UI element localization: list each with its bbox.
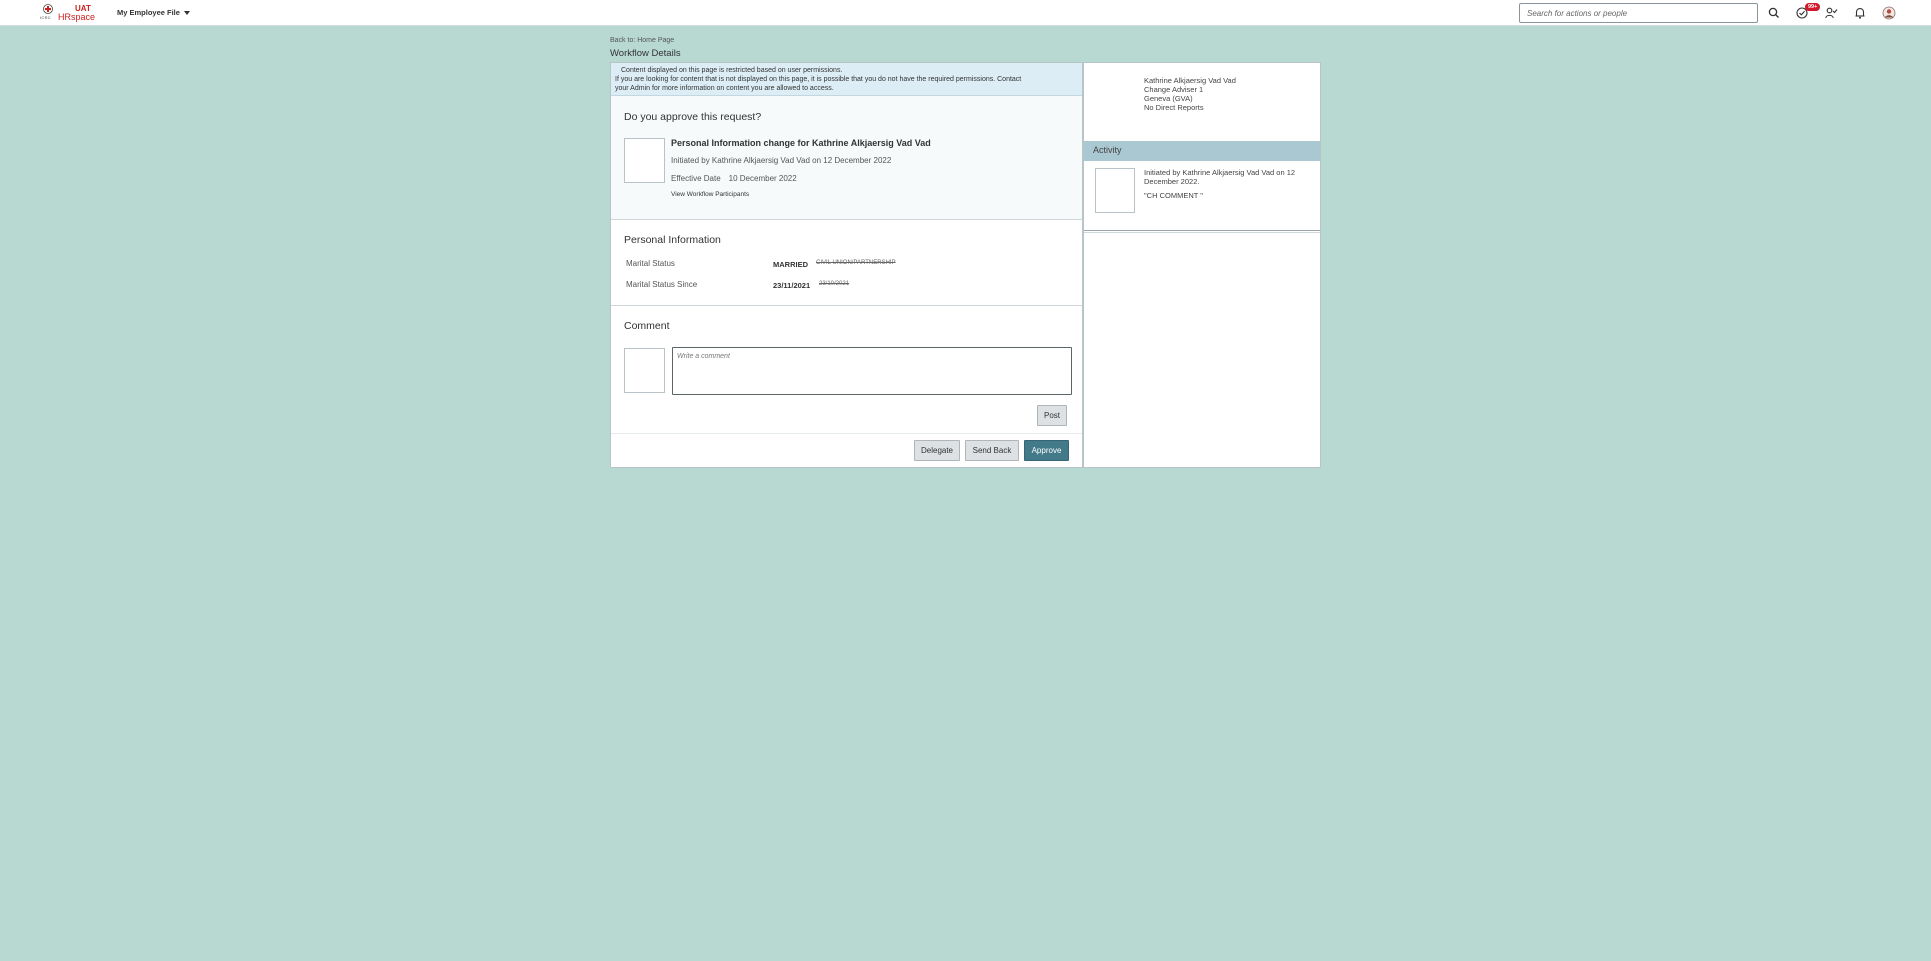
workflow-details-card: Content displayed on this page is restri… [610,62,1083,468]
commenter-avatar [624,348,665,393]
notice-line: If you are looking for content that is n… [615,76,1022,83]
permissions-notice: Content displayed on this page is restri… [611,63,1082,96]
marital-status-old-value: CIVIL UNION/PARTNERSHIP [816,260,896,266]
comment-section: Comment Post [611,306,1082,434]
approve-button[interactable]: Approve [1024,440,1069,461]
employee-location: Geneva (GVA) [1144,94,1193,103]
effective-date-value: 10 December 2022 [728,174,797,183]
personal-information-section: Personal Information Marital Status MARR… [611,220,1082,306]
org-logo-text: ICRC [40,15,51,20]
activity-comment: "CH COMMENT " [1144,191,1203,200]
activity-entry-line: December 2022. [1144,177,1200,186]
marital-status-since-label: Marital Status Since [626,280,698,289]
employee-name: Kathrine Alkjaersig Vad Vad [1144,76,1236,85]
view-workflow-participants-link[interactable]: View Workflow Participants [671,191,749,198]
send-back-button[interactable]: Send Back [965,440,1019,461]
back-to-home-link[interactable]: Back to: Home Page [610,37,674,44]
request-title: Personal Information change for Kathrine… [671,138,931,148]
marital-status-label: Marital Status [626,259,675,268]
effective-date: Effective Date 10 December 2022 [671,174,797,183]
activity-heading: Activity [1084,141,1320,161]
approval-question: Do you approve this request? [624,111,762,123]
app-logo-text: HRspace [58,12,96,22]
marital-status-since-new-value: 23/11/2021 [773,281,811,290]
personal-information-heading: Personal Information [624,234,721,246]
my-employee-file-menu[interactable]: My Employee File [117,8,190,17]
bell-icon[interactable] [1853,6,1867,20]
activity-avatar [1095,168,1135,213]
page-title: Workflow Details [610,48,681,59]
marital-status-new-value: MARRIED [773,260,808,269]
approvals-icon[interactable] [1824,6,1838,20]
delegate-button[interactable]: Delegate [914,440,960,461]
activity-entry-line: Initiated by Kathrine Alkjaersig Vad Vad… [1144,168,1296,177]
post-button[interactable]: Post [1037,405,1067,426]
request-initiated-text: Initiated by Kathrine Alkjaersig Vad Vad… [671,156,892,165]
employee-position: Change Adviser 1 [1144,85,1204,94]
search-input[interactable] [1519,3,1758,23]
icrc-emblem-icon [43,4,53,14]
activity-entry-text: Initiated by Kathrine Alkjaersig Vad Vad… [1144,168,1314,186]
approval-request-section: Do you approve this request? Personal In… [611,96,1082,220]
notice-line: your Admin for more information on conte… [615,85,834,92]
search-icon[interactable] [1767,6,1781,20]
activity-divider [1084,230,1320,233]
user-avatar-icon[interactable] [1882,6,1896,20]
hrspace-logo[interactable]: ICRC UAT HRspace [40,4,96,22]
todo-count-badge: 99+ [1805,3,1821,11]
comment-heading: Comment [624,320,670,332]
requester-avatar [624,138,665,183]
notice-line: Content displayed on this page is restri… [621,67,843,74]
nav-menu-label: My Employee File [117,8,180,17]
effective-date-label: Effective Date [671,174,721,183]
chevron-down-icon [183,10,190,15]
comment-input[interactable] [672,347,1072,395]
employee-direct-reports: No Direct Reports [1144,103,1204,112]
top-bar: ICRC UAT HRspace My Employee File 99+ [0,0,1931,26]
marital-status-since-old-value: 23/10/2021 [819,281,850,287]
employee-profile: Kathrine Alkjaersig Vad Vad Change Advis… [1084,63,1320,141]
side-panel: Kathrine Alkjaersig Vad Vad Change Advis… [1083,62,1321,468]
